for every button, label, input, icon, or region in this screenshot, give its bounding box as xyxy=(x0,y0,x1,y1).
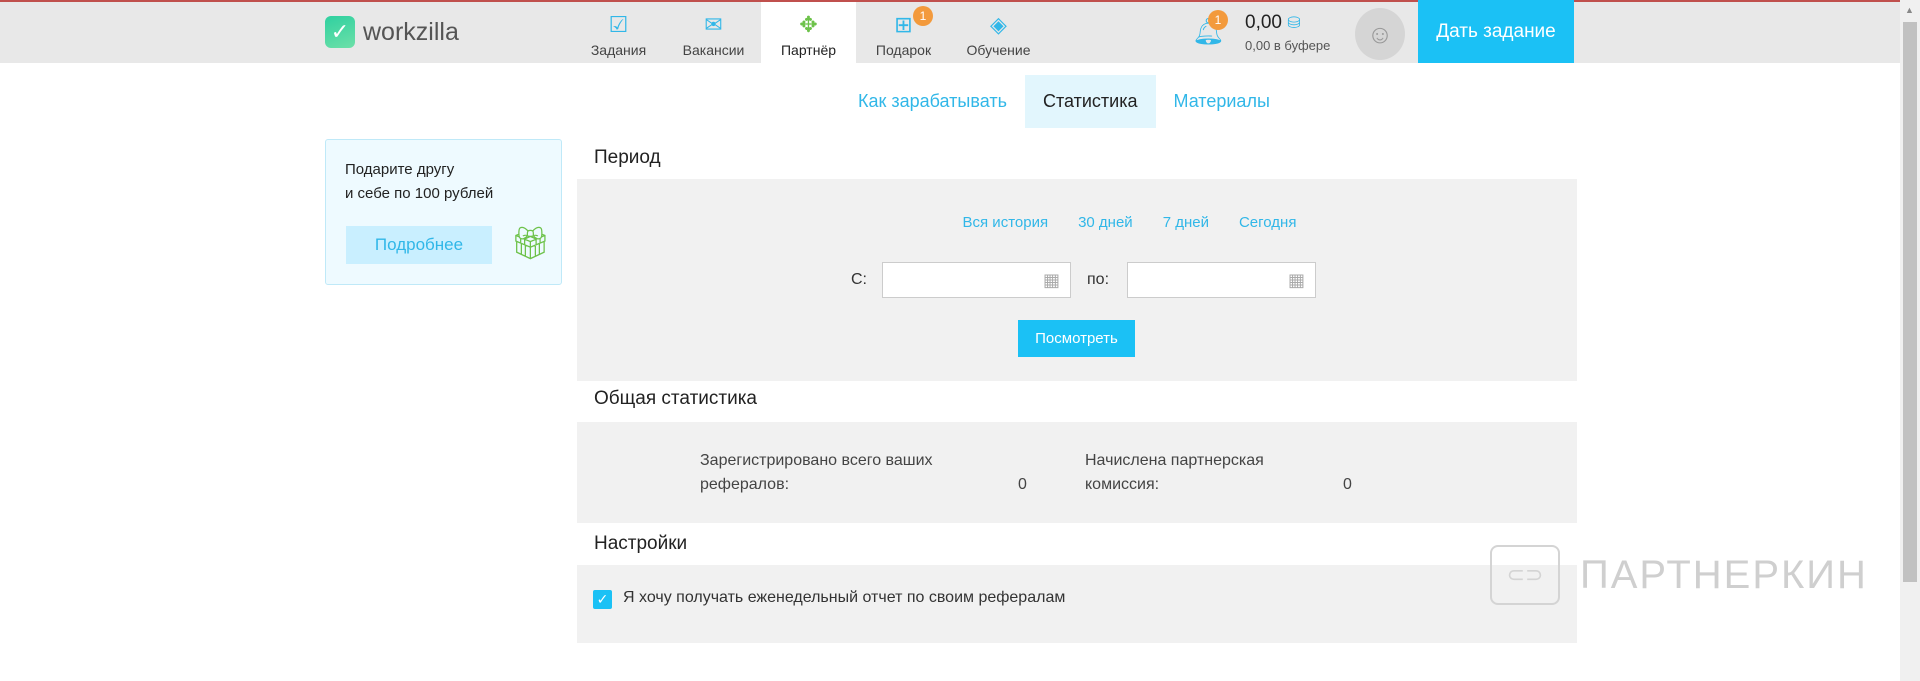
nav-label: Подарок xyxy=(875,42,932,58)
calendar-icon[interactable]: ▦ xyxy=(1288,270,1305,291)
tab-how-to-earn[interactable]: Как зарабатывать xyxy=(840,75,1025,128)
stats-panel: Зарегистрировано всего ваших рефералов: 0… xyxy=(577,422,1577,523)
calendar-icon[interactable]: ▦ xyxy=(1043,270,1060,291)
stats-heading: Общая статистика xyxy=(594,388,757,409)
nav-label: Обучение xyxy=(966,42,1031,58)
header: ✓ workzilla ☑ Задания ✉ Вакансии ✥ Партнёр … xyxy=(0,2,1900,63)
date-from-input[interactable]: ▦ xyxy=(882,262,1071,298)
tab-statistics[interactable]: Статистика xyxy=(1024,75,1156,128)
nav-tasks[interactable]: ☑ Задания xyxy=(571,2,666,63)
logo-check-icon: ✓ xyxy=(325,16,355,48)
main-nav: ☑ Задания ✉ Вакансии ✥ Партнёр ⊞ 1 Подарок ◈ О… xyxy=(571,2,1046,63)
nav-label: Задания xyxy=(590,42,647,58)
logo[interactable]: ✓ workzilla xyxy=(325,16,459,48)
coins-icon: ⛁ xyxy=(1287,15,1301,32)
settings-heading: Настройки xyxy=(594,533,688,554)
scroll-up-icon[interactable]: ▲ xyxy=(1905,5,1914,15)
registered-label-2: рефералов: xyxy=(700,476,790,493)
commission-label-2: комиссия: xyxy=(1085,476,1160,493)
notification-badge: 1 xyxy=(1208,10,1228,30)
nav-partner[interactable]: ✥ Партнёр xyxy=(761,2,856,63)
gift-badge: 1 xyxy=(913,6,933,26)
promo-text-2: и себе по 100 рублей xyxy=(345,185,494,202)
scroll-thumb[interactable] xyxy=(1903,22,1917,582)
referral-promo-card: Подарите другу и себе по 100 рублей Подр… xyxy=(325,139,562,285)
registered-label: Зарегистрировано всего ваших xyxy=(700,452,933,469)
graduation-cap-icon: ◈ xyxy=(990,12,1007,37)
logo-text: workzilla xyxy=(363,17,459,46)
scrollbar[interactable]: ▲ xyxy=(1900,0,1920,681)
tab-materials[interactable]: Материалы xyxy=(1156,75,1288,128)
tasks-icon: ☑ xyxy=(608,12,629,37)
watermark-text: ПАРТНЕРКИН xyxy=(1580,552,1868,597)
watermark: ⊂⊃ ПАРТНЕРКИН xyxy=(1490,545,1868,605)
handshake-icon: ✥ xyxy=(799,12,818,37)
avatar[interactable]: ☺ xyxy=(1355,8,1405,60)
period-30-days[interactable]: 30 дней xyxy=(1078,214,1133,231)
show-button[interactable]: Посмотреть xyxy=(1018,320,1135,357)
watermark-logo-icon: ⊂⊃ xyxy=(1490,545,1560,605)
nav-gift[interactable]: ⊞ 1 Подарок xyxy=(856,2,951,63)
period-today[interactable]: Сегодня xyxy=(1239,214,1297,231)
weekly-report-checkbox[interactable]: ✓ xyxy=(593,590,612,609)
bell-icon[interactable]: 🔔︎ 1 xyxy=(1192,10,1228,47)
commission-value: 0 xyxy=(1343,476,1352,493)
from-label: С: xyxy=(851,271,867,288)
nav-vacancies[interactable]: ✉ Вакансии xyxy=(666,2,761,63)
period-7-days[interactable]: 7 дней xyxy=(1163,214,1209,231)
gift-icon: ⊞ xyxy=(894,12,913,37)
promo-text-1: Подарите другу xyxy=(345,161,455,178)
nav-label: Партнёр xyxy=(780,42,837,58)
more-button[interactable]: Подробнее xyxy=(346,226,492,264)
buffer-balance: 0,00 в буфере xyxy=(1245,38,1331,53)
date-to-input[interactable]: ▦ xyxy=(1127,262,1316,298)
balance[interactable]: 0,00 ⛁ 0,00 в буфере xyxy=(1245,12,1330,53)
weekly-report-label[interactable]: Я хочу получать еженедельный отчет по св… xyxy=(623,589,1065,607)
commission-label: Начислена партнерская xyxy=(1085,452,1264,469)
briefcase-icon: ✉ xyxy=(704,12,723,37)
period-heading: Период xyxy=(594,147,661,168)
subtabs: Как зарабатывать Статистика Материалы xyxy=(840,75,1288,128)
balance-value: 0,00 xyxy=(1245,12,1282,33)
period-panel: Вся история 30 дней 7 дней Сегодня С: ▦ … xyxy=(577,179,1577,381)
give-task-button[interactable]: Дать задание xyxy=(1418,0,1574,63)
nav-label: Вакансии xyxy=(682,42,745,58)
settings-panel: ✓ Я хочу получать еженедельный отчет по … xyxy=(577,565,1577,643)
period-all-history[interactable]: Вся история xyxy=(963,214,1049,231)
registered-value: 0 xyxy=(1018,476,1027,493)
nav-learning[interactable]: ◈ Обучение xyxy=(951,2,1046,63)
gift-icon: 🎁︎ xyxy=(510,225,551,261)
to-label: по: xyxy=(1087,271,1110,288)
